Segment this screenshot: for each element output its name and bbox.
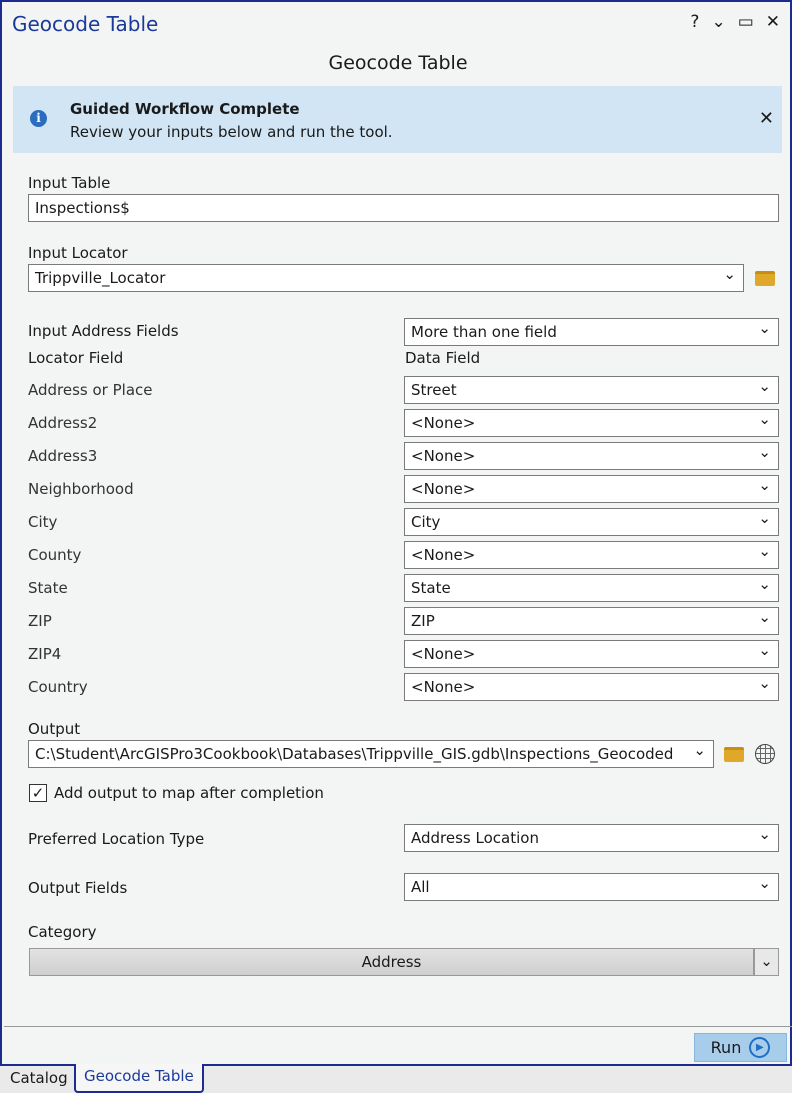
add-to-map-label: Add output to map after completion [54,784,324,802]
data-field-dropdown[interactable]: City [404,508,779,536]
help-icon[interactable]: ? [690,12,699,32]
info-icon: i [30,110,47,127]
divider [4,1026,792,1027]
locator-field-label: State [28,579,68,597]
category-bar[interactable]: Address [29,948,754,976]
data-field-dropdown[interactable]: Street [404,376,779,404]
locator-field-label: Address or Place [28,381,153,399]
close-banner-icon[interactable]: ✕ [759,108,774,129]
globe-icon[interactable] [755,744,775,764]
input-locator-label: Input Locator [28,244,128,262]
locator-field-label: City [28,513,58,531]
info-banner: i Guided Workflow Complete Review your i… [13,86,782,153]
data-field-dropdown[interactable]: <None> [404,442,779,470]
output-label: Output [28,720,81,738]
add-to-map-checkbox[interactable]: ✓ [29,784,47,802]
address-fields-dropdown[interactable]: More than one field [404,318,779,346]
data-field-dropdown[interactable]: <None> [404,640,779,668]
data-field-dropdown[interactable]: <None> [404,541,779,569]
run-button[interactable]: Run ▶ [694,1033,787,1062]
location-type-label: Preferred Location Type [28,830,205,848]
folder-icon[interactable] [724,747,744,762]
data-field-dropdown[interactable]: <None> [404,409,779,437]
chevron-down-icon[interactable]: ⌄ [711,12,725,32]
locator-field-label: ZIP [28,612,52,630]
data-field-dropdown[interactable]: <None> [404,673,779,701]
play-icon: ▶ [749,1037,771,1058]
locator-field-label: Neighborhood [28,480,134,498]
maximize-icon[interactable]: ▭ [738,12,754,32]
locator-field-header: Locator Field [28,349,124,367]
locator-field-label: ZIP4 [28,645,62,663]
banner-message: Review your inputs below and run the too… [70,123,393,141]
tab-catalog[interactable]: Catalog [2,1066,77,1093]
category-label: Category [28,923,97,941]
address-fields-label: Input Address Fields [28,322,179,340]
tab-geocode-table[interactable]: Geocode Table [74,1064,204,1093]
close-icon[interactable]: ✕ [766,12,780,32]
pane-title: Geocode Table [12,12,159,36]
data-field-header: Data Field [405,349,481,367]
output-fields-dropdown[interactable]: All [404,873,779,901]
tool-heading: Geocode Table [328,52,468,74]
category-expand-button[interactable]: ⌄ [754,948,779,976]
output-field[interactable]: C:\Student\ArcGISPro3Cookbook\Databases\… [28,740,714,768]
input-table-field[interactable]: Inspections$ [28,194,779,222]
folder-icon[interactable] [755,271,775,286]
input-table-label: Input Table [28,174,111,192]
data-field-dropdown[interactable]: State [404,574,779,602]
data-field-dropdown[interactable]: <None> [404,475,779,503]
locator-field-label: Address2 [28,414,98,432]
pane-tabs: Catalog Geocode Table [0,1064,792,1093]
geoprocessing-pane: Geocode Table ? ⌄ ▭ ✕ Geocode Table i Gu… [0,0,792,1066]
run-label: Run [710,1038,742,1057]
location-type-dropdown[interactable]: Address Location [404,824,779,852]
input-locator-dropdown[interactable]: Trippville_Locator [28,264,744,292]
output-fields-label: Output Fields [28,879,128,897]
locator-field-label: Address3 [28,447,98,465]
locator-field-label: Country [28,678,88,696]
locator-field-label: County [28,546,82,564]
data-field-dropdown[interactable]: ZIP [404,607,779,635]
banner-title: Guided Workflow Complete [70,100,300,118]
